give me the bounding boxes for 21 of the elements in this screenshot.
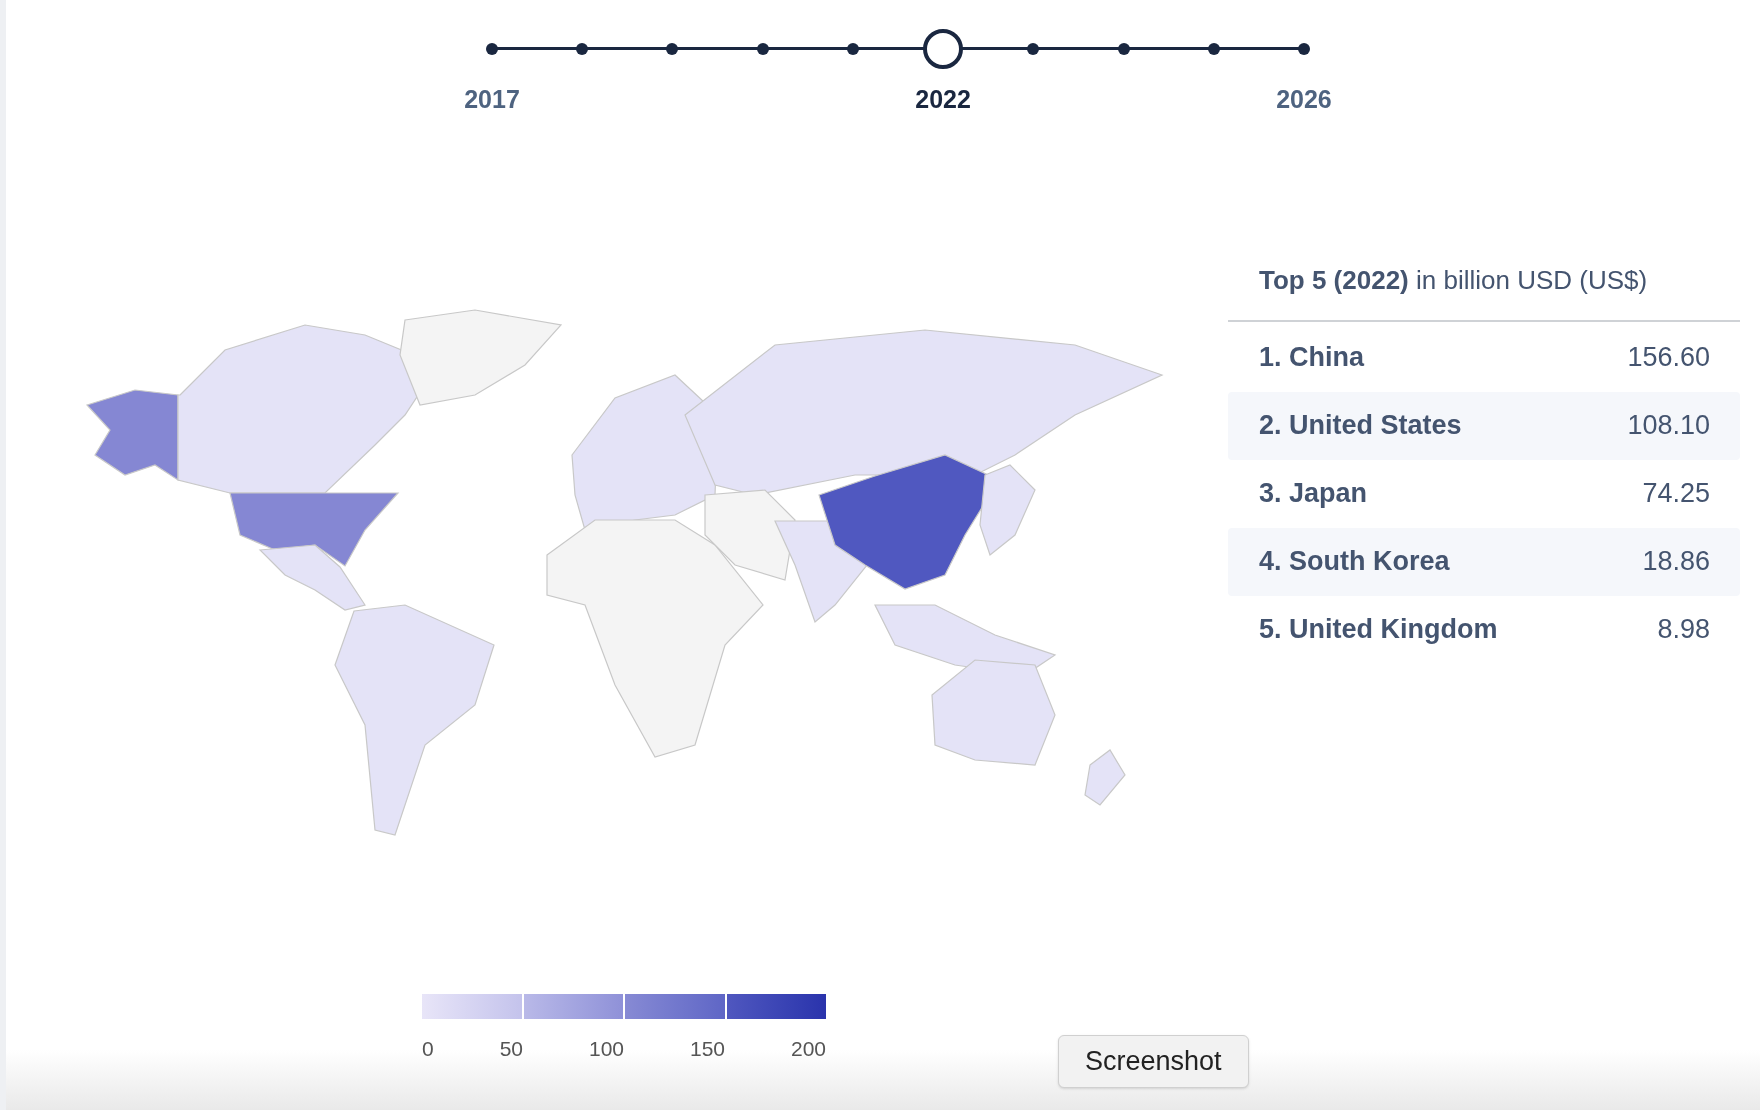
year-label[interactable]: 2026	[1276, 81, 1332, 119]
timeline-handle[interactable]	[923, 28, 964, 69]
country-value: 156.60	[1627, 341, 1710, 375]
country-value: 8.98	[1657, 613, 1710, 647]
country-name: 2. United States	[1259, 409, 1462, 443]
scale-label: 0	[422, 1036, 434, 1062]
year-label[interactable]: 2017	[464, 81, 520, 119]
scale-label: 150	[689, 1036, 725, 1062]
scale-label: 50	[499, 1036, 523, 1062]
tooltip: Screenshot	[1058, 1035, 1249, 1088]
scale-label: 100	[588, 1036, 624, 1062]
country-value: 74.25	[1642, 477, 1710, 511]
country-name: 3. Japan	[1259, 477, 1368, 511]
country-value: 108.10	[1627, 409, 1710, 443]
country-name: 1. China	[1259, 341, 1365, 375]
country-value: 18.86	[1642, 545, 1710, 579]
year-label[interactable]: 2022	[915, 81, 971, 119]
scale-label: 200	[790, 1036, 826, 1062]
country-name: 5. United Kingdom	[1259, 613, 1498, 647]
table-title: Top 5 (2022) in billion USD (US$)	[1228, 260, 1740, 322]
country-name: 4. South Korea	[1259, 545, 1450, 579]
